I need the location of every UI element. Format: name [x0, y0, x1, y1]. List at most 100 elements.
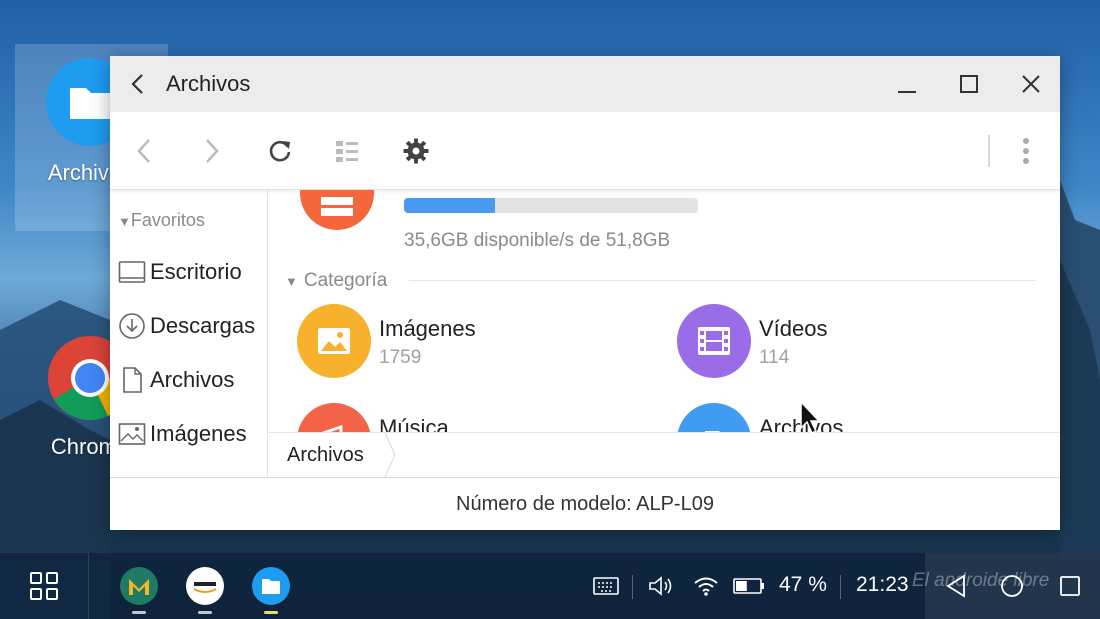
- desktop-icon: [118, 261, 146, 283]
- files-icon: [252, 567, 290, 605]
- category-archivos[interactable]: Archivos: [677, 403, 997, 432]
- settings-button[interactable]: [394, 129, 438, 173]
- sidebar: ▼Favoritos Escritorio Descargas Archivos…: [110, 190, 268, 477]
- music-icon: [322, 425, 343, 432]
- taskbar-divider: [632, 575, 633, 599]
- status-bar: Número de modelo: ALP-L09: [110, 477, 1060, 530]
- toolbar: [110, 112, 1060, 190]
- sidebar-item-label: Descargas: [150, 313, 256, 338]
- more-options-button[interactable]: [1004, 129, 1048, 173]
- sidebar-item-label: Archivos: [150, 367, 235, 392]
- app-drawer-icon: [30, 572, 58, 600]
- film-icon: [698, 327, 730, 355]
- document-icon: [705, 431, 720, 432]
- category-circle: [677, 403, 751, 432]
- sidebar-item-escritorio[interactable]: Escritorio: [118, 250, 267, 294]
- category-circle: [677, 304, 751, 378]
- forward-arrow-icon: [206, 139, 219, 163]
- category-divider: [409, 280, 1035, 281]
- category-header-label: Categoría: [303, 270, 388, 291]
- running-indicator: [132, 611, 146, 614]
- title-back-button[interactable]: [110, 56, 166, 112]
- app-drawer-button[interactable]: [22, 565, 66, 607]
- refresh-button[interactable]: [258, 129, 302, 173]
- category-musica[interactable]: Música: [297, 403, 617, 432]
- image-icon: [118, 423, 146, 445]
- storage-icon[interactable]: [300, 190, 374, 230]
- storage-progress-fill: [404, 198, 496, 213]
- category-name: Imágenes: [379, 316, 476, 341]
- category-header[interactable]: ▼ Categoría: [285, 270, 387, 292]
- main-content: 35,6GB disponible/s de 51,8GB ▼ Categoría…: [269, 190, 1060, 432]
- category-name: Música: [379, 415, 449, 432]
- category-count: 114: [759, 347, 790, 368]
- close-icon: [1022, 75, 1040, 93]
- image-icon: [318, 328, 350, 354]
- view-list-icon: [336, 141, 358, 162]
- title-bar: Archivos: [110, 56, 1060, 112]
- category-count: 1759: [379, 347, 422, 368]
- more-vert-icon: [1023, 138, 1029, 164]
- maximize-button[interactable]: [938, 56, 1000, 112]
- triangle-down-icon: ▼: [118, 214, 131, 229]
- forward-button[interactable]: [190, 129, 234, 173]
- sidebar-item-label: Imágenes: [150, 421, 247, 446]
- storage-summary: 35,6GB disponible/s de 51,8GB: [404, 230, 671, 251]
- taskbar-app-gmail[interactable]: [120, 567, 158, 605]
- category-videos[interactable]: Vídeos 114: [677, 304, 997, 382]
- running-indicator: [198, 611, 212, 614]
- toolbar-divider: [988, 135, 990, 167]
- wifi-icon: [694, 577, 718, 596]
- volume-button[interactable]: [646, 571, 678, 601]
- gmail-icon: [120, 567, 158, 605]
- file-manager-window: Archivos ▼Favoritos Escritorio Descargas…: [110, 56, 1060, 530]
- favorites-label: Favoritos: [130, 210, 205, 230]
- category-imagenes[interactable]: Imágenes 1759: [297, 304, 617, 382]
- category-name: Vídeos: [759, 316, 828, 341]
- model-number-text: Número de modelo: ALP-L09: [456, 492, 714, 515]
- sidebar-item-descargas[interactable]: Descargas: [118, 304, 267, 348]
- taskbar-app-amazon[interactable]: [186, 567, 224, 605]
- sidebar-item-archivos[interactable]: Archivos: [118, 358, 267, 402]
- minimize-icon: [898, 91, 916, 93]
- nav-recents-button[interactable]: [1053, 569, 1087, 603]
- triangle-down-icon: ▼: [285, 273, 298, 289]
- battery-icon: [733, 578, 764, 594]
- taskbar-app-files[interactable]: [252, 567, 290, 605]
- battery-status[interactable]: [730, 571, 768, 601]
- file-icon: [123, 367, 142, 393]
- category-circle: [297, 304, 371, 378]
- battery-percent: 47 %: [779, 573, 827, 596]
- active-indicator: [264, 611, 278, 614]
- settings-gear-icon: [403, 138, 429, 164]
- refresh-icon: [269, 140, 291, 162]
- sidebar-item-label: Escritorio: [150, 259, 242, 284]
- favorites-header[interactable]: ▼Favoritos: [118, 210, 205, 231]
- watermark: El androide libre: [912, 570, 1050, 591]
- category-circle: [297, 403, 371, 432]
- taskbar-divider: [840, 575, 841, 599]
- window-title: Archivos: [166, 71, 251, 96]
- taskbar-divider: [88, 553, 89, 619]
- sidebar-item-imagenes[interactable]: Imágenes: [118, 412, 267, 456]
- keyboard-icon: [593, 577, 619, 595]
- download-icon: [119, 313, 145, 339]
- clock[interactable]: 21:23: [856, 573, 909, 597]
- storage-progress-bar: [404, 198, 698, 213]
- maximize-icon: [960, 75, 978, 93]
- back-button[interactable]: [122, 129, 166, 173]
- minimize-button[interactable]: [876, 56, 938, 112]
- storage-drive-icon: [321, 197, 353, 216]
- wifi-status[interactable]: [690, 571, 722, 601]
- volume-icon: [649, 576, 672, 596]
- chevron-left-icon: [131, 74, 143, 94]
- breadcrumb-separator-icon: [384, 433, 396, 477]
- back-arrow-icon: [137, 139, 150, 163]
- view-toggle-button[interactable]: [325, 129, 369, 173]
- breadcrumb: Archivos: [269, 432, 1060, 477]
- breadcrumb-item[interactable]: Archivos: [269, 433, 382, 477]
- keyboard-button[interactable]: [590, 571, 622, 601]
- nav-recents-square-icon: [1060, 576, 1080, 596]
- amazon-icon: [186, 567, 224, 605]
- close-button[interactable]: [1000, 56, 1062, 112]
